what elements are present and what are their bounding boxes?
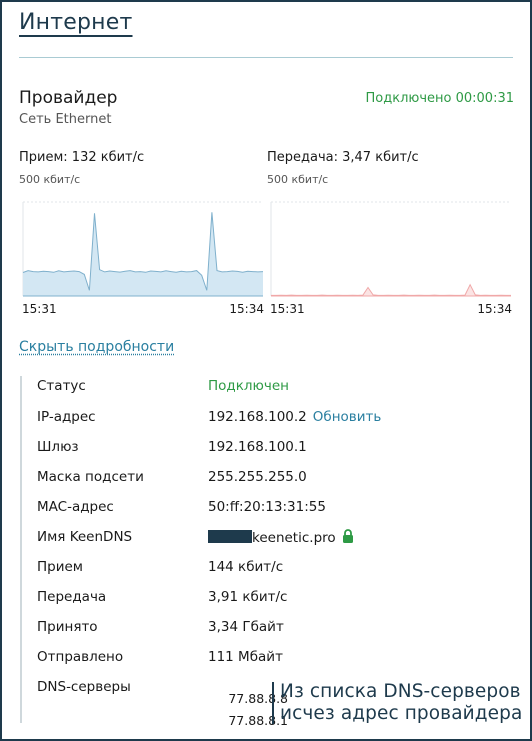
provider-name: Провайдер — [19, 88, 118, 108]
detail-row-sent: Отправлено 111 Мбайт — [22, 647, 518, 677]
detail-value: 50:ff:20:13:31:55 — [208, 499, 326, 515]
detail-value-wrap: 192.168.100.2 Обновить — [208, 409, 381, 425]
detail-value: 192.168.100.1 — [208, 439, 307, 455]
tx-chart: Передача: 3,47 кбит/с 500 кбит/с 15:31 1… — [267, 150, 512, 320]
keendns-domain: keenetic.pro — [252, 530, 336, 546]
detail-row-received: Принято 3,34 Гбайт — [22, 617, 518, 647]
detail-row-status: Статус Подключен — [22, 376, 518, 406]
detail-row-mac: MAC-адрес 50:ff:20:13:31:55 — [22, 497, 518, 527]
detail-value: 255.255.255.0 — [208, 469, 307, 485]
detail-row-gateway: Шлюз 192.168.100.1 — [22, 437, 518, 467]
detail-value: 3,34 Гбайт — [208, 619, 284, 635]
tx-chart-start-time: 15:31 — [270, 302, 305, 316]
detail-row-rx: Прием 144 кбит/с — [22, 557, 518, 587]
rx-area — [23, 212, 263, 296]
detail-value: 144 кбит/с — [208, 559, 284, 575]
details-table: Статус Подключен IP-адрес 192.168.100.2 О… — [20, 376, 518, 728]
tx-series-line — [271, 283, 511, 296]
detail-label: DNS-серверы — [37, 679, 131, 695]
detail-label: Передача — [37, 589, 107, 605]
detail-label: Маска подсети — [37, 469, 144, 485]
lock-icon — [342, 529, 354, 547]
annotation-bar — [272, 682, 274, 724]
annotation-line: исчез адрес провайдера — [280, 703, 523, 724]
detail-label: Отправлено — [37, 649, 124, 665]
dns-server: 77.88.8.1 — [228, 713, 288, 728]
page-title: Интернет — [19, 10, 133, 35]
connection-status: Подключено 00:00:31 — [365, 91, 514, 106]
detail-row-keendns: Имя KeenDNS keenetic.pro — [22, 527, 518, 557]
detail-value: 3,91 кбит/с — [208, 589, 288, 605]
ip-address-value: 192.168.100.2 — [208, 409, 307, 425]
detail-value: 111 Мбайт — [208, 649, 283, 665]
detail-label: Прием — [37, 559, 83, 575]
refresh-ip-link[interactable]: Обновить — [313, 409, 382, 425]
tx-chart-title: Передача: 3,47 кбит/с — [267, 150, 419, 165]
title-divider — [19, 57, 513, 58]
rx-chart: Прием: 132 кбит/с 500 кбит/с 15:31 15:34 — [19, 150, 264, 320]
provider-connection-type: Сеть Ethernet — [19, 112, 112, 127]
detail-row-ip: IP-адрес 192.168.100.2 Обновить — [22, 407, 518, 437]
tx-chart-end-time: 15:34 — [477, 302, 512, 316]
detail-label: IP-адрес — [37, 409, 96, 425]
annotation-line: Из списка DNS-серверов — [280, 681, 521, 702]
hide-details-link[interactable]: Скрыть подробности — [19, 339, 174, 355]
detail-label: Статус — [37, 378, 86, 394]
rx-chart-plot — [22, 201, 264, 297]
detail-row-tx: Передача 3,91 кбит/с — [22, 587, 518, 617]
redacted-block — [208, 530, 252, 543]
detail-row-netmask: Маска подсети 255.255.255.0 — [22, 467, 518, 497]
rx-chart-start-time: 15:31 — [22, 302, 57, 316]
annotation-note: Из списка DNS-серверов исчез адрес прова… — [280, 681, 522, 725]
rx-chart-scale: 500 кбит/с — [19, 173, 81, 186]
detail-label: Шлюз — [37, 439, 79, 455]
rx-chart-end-time: 15:34 — [229, 302, 264, 316]
rx-chart-title: Прием: 132 кбит/с — [19, 150, 145, 165]
internet-panel: Интернет Провайдер Сеть Ethernet Подключ… — [0, 0, 532, 741]
keendns-value-wrap: keenetic.pro — [208, 529, 354, 547]
dns-server: 77.88.8.8 — [228, 691, 288, 706]
detail-label: MAC-адрес — [37, 499, 114, 515]
detail-label: Имя KeenDNS — [37, 529, 133, 545]
dns-server-list: 77.88.8.8 77.88.8.1 — [208, 688, 288, 732]
tx-chart-plot — [270, 201, 511, 297]
detail-label: Принято — [37, 619, 98, 635]
detail-value: Подключен — [208, 378, 289, 394]
tx-chart-scale: 500 кбит/с — [267, 173, 329, 186]
